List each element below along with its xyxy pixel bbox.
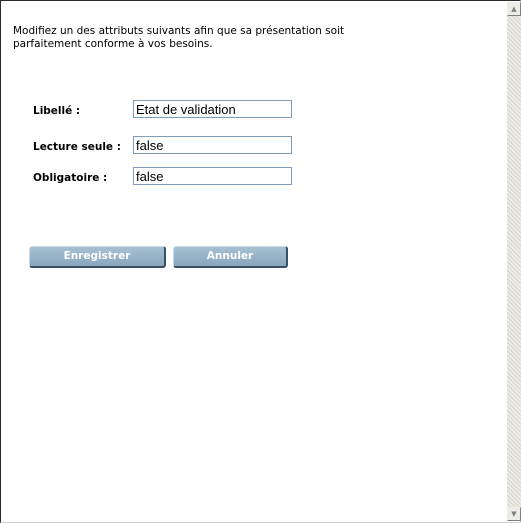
attribute-editor-panel: Modifiez un des attributs suivants afin …	[2, 2, 506, 521]
vertical-scrollbar[interactable]: ▲ ▼	[507, 2, 521, 521]
triangle-up-icon: ▲	[511, 5, 517, 13]
scroll-down-button[interactable]: ▼	[507, 507, 521, 521]
intro-line-1: Modifiez un des attributs suivants afin …	[13, 25, 345, 37]
intro-line-2: parfaitement conforme à vos besoins.	[13, 38, 213, 50]
scroll-up-button[interactable]: ▲	[507, 2, 521, 16]
intro-text: Modifiez un des attributs suivants afin …	[13, 25, 483, 51]
lecture-seule-label: Lecture seule :	[33, 141, 121, 153]
editor-frame: Modifiez un des attributs suivants afin …	[0, 0, 521, 523]
obligatoire-label: Obligatoire :	[33, 172, 108, 184]
libelle-label: Libellé :	[33, 105, 81, 117]
lecture-seule-input[interactable]	[133, 136, 292, 154]
save-button[interactable]: Enregistrer	[29, 246, 166, 268]
obligatoire-input[interactable]	[133, 167, 292, 185]
cancel-button[interactable]: Annuler	[173, 246, 288, 268]
triangle-down-icon: ▼	[511, 510, 517, 518]
libelle-input[interactable]	[133, 100, 292, 118]
